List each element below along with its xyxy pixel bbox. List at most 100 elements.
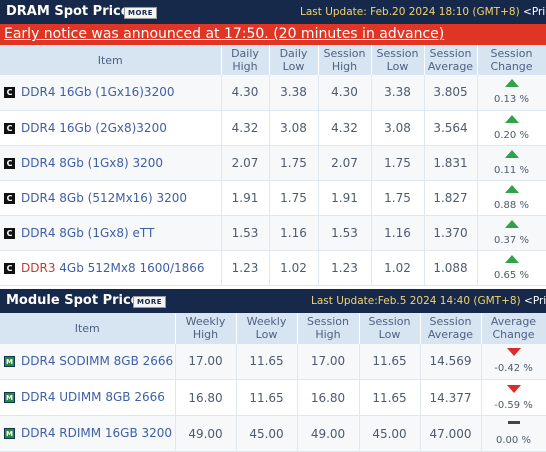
trend-up-icon bbox=[505, 150, 519, 158]
item-label: DDR4 16Gb (2Gx8)3200 bbox=[21, 121, 167, 135]
item-name-link[interactable]: C DDR4 16Gb (2Gx8)3200 bbox=[0, 110, 221, 145]
session-low-cell: 3.38 bbox=[371, 75, 424, 110]
module-spot-title: Module Spot Price bbox=[6, 293, 140, 308]
session-low-cell: 11.65 bbox=[359, 380, 420, 416]
daily-high-cell: 1.91 bbox=[221, 180, 269, 215]
session-change-cell: 0.20 % bbox=[477, 110, 546, 145]
session-change-cell: 0.37 % bbox=[477, 215, 546, 250]
session-low-cell: 11.65 bbox=[359, 344, 420, 380]
dram-more-button[interactable]: MORE bbox=[124, 7, 157, 19]
table-row: CDDR4 8Gb (1Gx8) eTT1.531.161.531.161.37… bbox=[0, 215, 546, 250]
col-weekly-low: WeeklyLow bbox=[236, 313, 297, 344]
weekly-high-cell: 49.00 bbox=[175, 416, 236, 452]
item-label: DDR4 8Gb (512Mx16) 3200 bbox=[21, 191, 187, 205]
dram-spot-title: DRAM Spot Price bbox=[6, 4, 130, 19]
module-icon: M bbox=[4, 428, 15, 439]
daily-low-cell: 1.16 bbox=[269, 215, 318, 250]
trend-flat-icon bbox=[508, 421, 520, 424]
change-value: 0.13 % bbox=[494, 94, 529, 105]
chip-icon: C bbox=[4, 263, 15, 274]
session-high-cell: 4.32 bbox=[318, 110, 371, 145]
session-average-cell: 1.831 bbox=[424, 145, 477, 180]
col-item: Item bbox=[0, 45, 221, 75]
item-name-link[interactable]: MDDR4 UDIMM 8GB 2666 bbox=[0, 380, 175, 416]
item-name-link[interactable]: C DDR4 8Gb (512Mx16) 3200 bbox=[0, 180, 221, 215]
session-average-cell: 1.370 bbox=[424, 215, 477, 250]
session-high-cell: 1.23 bbox=[318, 250, 371, 285]
item-name-link[interactable]: CDDR4 8Gb (1Gx8) eTT bbox=[0, 215, 221, 250]
chip-icon: C bbox=[4, 158, 15, 169]
session-change-cell: 0.13 % bbox=[477, 75, 546, 110]
trend-up-icon bbox=[505, 185, 519, 193]
session-low-cell: 45.00 bbox=[359, 416, 420, 452]
average-change-cell: -0.59 % bbox=[481, 380, 546, 416]
table-row: MDDR4 RDIMM 16GB 320049.0045.0049.0045.0… bbox=[0, 416, 546, 452]
daily-low-cell: 3.38 bbox=[269, 75, 318, 110]
session-change-cell: 0.65 % bbox=[477, 250, 546, 285]
change-value: 0.88 % bbox=[494, 200, 529, 211]
item-name-link[interactable]: C DDR3 4Gb 512Mx8 1600/1866 bbox=[0, 250, 221, 285]
trend-up-icon bbox=[505, 255, 519, 263]
weekly-low-cell: 11.65 bbox=[236, 344, 297, 380]
session-high-cell: 49.00 bbox=[297, 416, 359, 452]
table-row: CDDR4 8Gb (1Gx8) 32002.071.752.071.751.8… bbox=[0, 145, 546, 180]
item-name-link[interactable]: M DDR4 RDIMM 16GB 3200 bbox=[0, 416, 175, 452]
change-value: -0.59 % bbox=[494, 400, 533, 411]
dram-price-table: Item DailyHigh DailyLow SessionHigh Sess… bbox=[0, 45, 546, 286]
daily-high-cell: 4.32 bbox=[221, 110, 269, 145]
item-label: DDR4 16Gb (1Gx16)3200 bbox=[21, 85, 174, 99]
average-change-cell: 0.00 % bbox=[481, 416, 546, 452]
module-more-button[interactable]: MORE bbox=[133, 296, 166, 308]
chip-icon: C bbox=[4, 193, 15, 204]
col-item: Item bbox=[0, 313, 175, 344]
table-row: CDDR4 16Gb (1Gx16)32004.303.384.303.383.… bbox=[0, 75, 546, 110]
item-label: DDR4 RDIMM 16GB 3200 bbox=[21, 426, 172, 440]
session-high-cell: 1.91 bbox=[318, 180, 371, 215]
item-name-link[interactable]: CDDR4 16Gb (1Gx16)3200 bbox=[0, 75, 221, 110]
chip-icon: C bbox=[4, 228, 15, 239]
session-average-cell: 1.088 bbox=[424, 250, 477, 285]
col-session-average: SessionAverage bbox=[420, 313, 481, 344]
item-name-link[interactable]: MDDR4 SODIMM 8GB 2666 bbox=[0, 344, 175, 380]
dram-spot-header: DRAM Spot Price MORE Last Update: Feb.20… bbox=[0, 0, 546, 24]
session-high-cell: 1.53 bbox=[318, 215, 371, 250]
col-session-high: SessionHigh bbox=[318, 45, 371, 75]
col-session-change: SessionChange bbox=[477, 45, 546, 75]
trend-up-icon bbox=[505, 79, 519, 87]
item-label: 4Gb 512Mx8 1600/1866 bbox=[55, 261, 204, 275]
session-low-cell: 3.08 bbox=[371, 110, 424, 145]
session-high-cell: 2.07 bbox=[318, 145, 371, 180]
daily-high-cell: 1.23 bbox=[221, 250, 269, 285]
session-low-cell: 1.16 bbox=[371, 215, 424, 250]
item-name-link[interactable]: C DDR4 8Gb (1Gx8) 3200 bbox=[0, 145, 221, 180]
col-daily-high: DailyHigh bbox=[221, 45, 269, 75]
average-change-cell: -0.42 % bbox=[481, 344, 546, 380]
col-weekly-high: WeeklyHigh bbox=[175, 313, 236, 344]
item-label: DDR4 SODIMM 8GB 2666 bbox=[21, 354, 173, 368]
daily-high-cell: 2.07 bbox=[221, 145, 269, 180]
table-row: MDDR4 UDIMM 8GB 266616.8011.6516.8011.65… bbox=[0, 380, 546, 416]
session-low-cell: 1.75 bbox=[371, 180, 424, 215]
item-prefix: DDR3 bbox=[21, 261, 55, 275]
item-label: DDR4 8Gb (1Gx8) 3200 bbox=[21, 156, 163, 170]
module-spot-header: Module Spot Price MORE Last Update:Feb.5… bbox=[0, 289, 546, 313]
daily-low-cell: 1.75 bbox=[269, 180, 318, 215]
table-row: MDDR4 SODIMM 8GB 266617.0011.6517.0011.6… bbox=[0, 344, 546, 380]
change-value: 0.00 % bbox=[496, 435, 531, 446]
dram-header-row: Item DailyHigh DailyLow SessionHigh Sess… bbox=[0, 45, 546, 75]
weekly-low-cell: 45.00 bbox=[236, 416, 297, 452]
session-average-cell: 3.564 bbox=[424, 110, 477, 145]
daily-high-cell: 1.53 bbox=[221, 215, 269, 250]
session-change-cell: 0.88 % bbox=[477, 180, 546, 215]
table-row: C DDR3 4Gb 512Mx8 1600/1866 1.231.021.23 1.… bbox=[0, 250, 546, 285]
daily-low-cell: 1.02 bbox=[269, 250, 318, 285]
col-session-low: SessionLow bbox=[359, 313, 420, 344]
module-last-update: Last Update:Feb.5 2024 14:40 (GMT+8) <Pr… bbox=[311, 295, 546, 307]
early-notice-link[interactable]: Early notice was announced at 17:50. (20… bbox=[0, 24, 546, 45]
session-low-cell: 1.75 bbox=[371, 145, 424, 180]
module-icon: M bbox=[4, 392, 15, 403]
chip-icon: C bbox=[4, 123, 15, 134]
trend-up-icon bbox=[505, 115, 519, 123]
session-average-cell: 3.805 bbox=[424, 75, 477, 110]
trend-up-icon bbox=[505, 220, 519, 228]
